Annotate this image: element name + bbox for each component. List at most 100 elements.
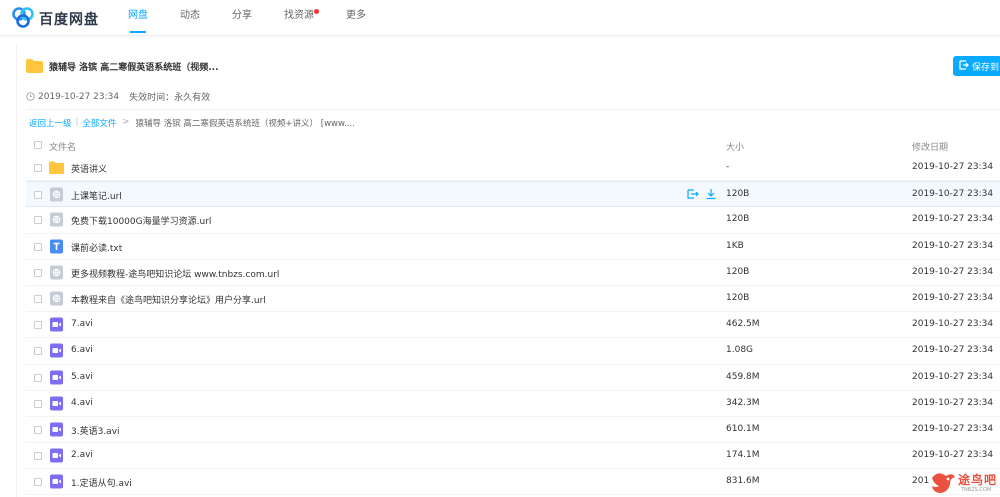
nav-item-pan[interactable]: 网盘 bbox=[128, 0, 148, 36]
top-bar: 百度网盘 网盘 动态 分享 找资源 更多 bbox=[0, 0, 1000, 36]
app-window: 百度网盘 网盘 动态 分享 找资源 更多 猿辅导 洛镔 高二寒假英语系统班（视频… bbox=[0, 0, 1000, 497]
row-checkbox[interactable] bbox=[34, 373, 42, 382]
file-name[interactable]: 上课笔记.url bbox=[71, 189, 122, 202]
file-size: 120B bbox=[726, 292, 750, 303]
row-checkbox[interactable] bbox=[34, 268, 42, 277]
file-size: 831.6M bbox=[726, 476, 760, 487]
link-file-icon bbox=[49, 187, 64, 202]
file-modified-date: 2019-10-27 23:34 bbox=[912, 162, 994, 172]
table-row[interactable]: 2.avi 174.1M 2019-10-27 23:34 bbox=[26, 443, 1000, 470]
file-modified-date: 2019-10-27 23:34 bbox=[912, 189, 994, 200]
share-created-time: 2019-10-27 23:34 bbox=[38, 91, 120, 102]
table-row[interactable]: 1.定语从句.avi 831.6M 201 bbox=[26, 469, 1000, 496]
breadcrumb-all-files-link[interactable]: 全部文件 bbox=[82, 117, 116, 129]
table-row[interactable]: 6.avi 1.08G 2019-10-27 23:34 bbox=[26, 338, 1000, 365]
main-nav: 网盘 动态 分享 找资源 更多 bbox=[128, 0, 398, 36]
file-size: 610.1M bbox=[726, 423, 760, 434]
file-name[interactable]: 6.avi bbox=[71, 345, 93, 355]
table-row[interactable]: 3.英语3.avi 610.1M 2019-10-27 23:34 bbox=[26, 417, 1000, 444]
file-size: 120B bbox=[726, 189, 750, 200]
file-name[interactable]: 课前必读.txt bbox=[71, 241, 122, 254]
table-row[interactable]: 5.avi 459.8M 2019-10-27 23:34 bbox=[26, 365, 1000, 391]
row-checkbox[interactable] bbox=[34, 321, 42, 330]
logo[interactable]: 百度网盘 bbox=[10, 6, 99, 32]
save-to-pan-button[interactable]: 保存到 bbox=[953, 56, 1000, 76]
link-file-icon bbox=[49, 291, 64, 306]
file-modified-date: 2019-10-27 23:34 bbox=[912, 319, 994, 330]
folder-icon bbox=[26, 59, 43, 73]
file-name[interactable]: 5.avi bbox=[71, 372, 93, 382]
file-size: - bbox=[726, 162, 730, 172]
file-name[interactable]: 免费下载10000G海量学习资源.url bbox=[71, 214, 211, 227]
row-checkbox[interactable] bbox=[34, 216, 42, 225]
link-file-icon bbox=[49, 212, 64, 227]
nav-item-find-resources[interactable]: 找资源 bbox=[284, 0, 319, 36]
column-header-date[interactable]: 修改日期 bbox=[912, 140, 948, 153]
file-name[interactable]: 7.avi bbox=[71, 319, 93, 329]
row-checkbox[interactable] bbox=[34, 452, 42, 461]
row-checkbox[interactable] bbox=[34, 478, 42, 487]
select-all-checkbox[interactable] bbox=[34, 141, 42, 149]
left-divider bbox=[16, 44, 17, 497]
file-size: 120B bbox=[726, 214, 750, 225]
folder-icon bbox=[49, 160, 64, 175]
row-checkbox[interactable] bbox=[34, 399, 42, 408]
file-name[interactable]: 2.avi bbox=[71, 450, 93, 460]
table-row[interactable]: 免费下载10000G海量学习资源.url 120B 2019-10-27 23:34 bbox=[26, 207, 1000, 234]
row-checkbox[interactable] bbox=[34, 347, 42, 356]
file-modified-date: 2019-10-27 23:34 bbox=[912, 450, 994, 461]
row-checkbox[interactable] bbox=[34, 425, 42, 434]
file-modified-date: 2019-10-27 23:34 bbox=[912, 240, 994, 251]
file-size: 120B bbox=[726, 266, 750, 277]
file-name[interactable]: 4.avi bbox=[71, 398, 93, 408]
row-checkbox[interactable] bbox=[34, 164, 42, 172]
breadcrumb-separator: | bbox=[75, 117, 79, 127]
file-list: 英语讲义 - 2019-10-27 23:34 上课笔记.url 120B 2019-10… bbox=[26, 155, 1000, 496]
file-name[interactable]: 1.定语从句.avi bbox=[71, 476, 132, 489]
file-size: 459.8M bbox=[726, 371, 760, 382]
table-row[interactable]: 7.avi 462.5M 2019-10-27 23:34 bbox=[26, 312, 1000, 339]
file-modified-date: 2019-10-27 23:34 bbox=[912, 292, 994, 303]
table-row[interactable]: 4.avi 342.3M 2019-10-27 23:34 bbox=[26, 391, 1000, 417]
file-name[interactable]: 更多视频教程-途鸟吧知识论坛 www.tnbzs.com.url bbox=[71, 267, 279, 280]
file-modified-date: 2019-10-27 23:34 bbox=[912, 371, 994, 382]
file-size: 1KB bbox=[726, 240, 744, 251]
column-header-size[interactable]: 大小 bbox=[726, 140, 744, 153]
table-row[interactable]: 更多视频教程-途鸟吧知识论坛 www.tnbzs.com.url 120B 2019… bbox=[26, 260, 1000, 286]
nav-item-share[interactable]: 分享 bbox=[232, 0, 252, 36]
table-row[interactable]: 上课笔记.url 120B 2019-10-27 23:34 bbox=[26, 181, 1000, 208]
table-row[interactable]: 课前必读.txt 1KB 2019-10-27 23:34 bbox=[26, 234, 1000, 260]
video-file-icon bbox=[49, 396, 64, 411]
file-size: 342.3M bbox=[726, 397, 760, 408]
save-to-pan-icon[interactable] bbox=[687, 188, 699, 200]
file-name[interactable]: 本教程来自《途鸟吧知识分享论坛》用户分享.url bbox=[71, 293, 266, 306]
breadcrumb-current: 猿辅导 洛镔 高二寒假英语系统班（视频+讲义） [www.... bbox=[135, 119, 355, 129]
table-row[interactable]: 本教程来自《途鸟吧知识分享论坛》用户分享.url 120B 2019-10-27 2… bbox=[26, 286, 1000, 313]
row-checkbox[interactable] bbox=[34, 242, 42, 251]
breadcrumb-back-link[interactable]: 返回上一级 bbox=[29, 117, 72, 129]
bird-logo-icon bbox=[932, 473, 955, 493]
column-header-name[interactable]: 文件名 bbox=[49, 140, 76, 153]
video-file-icon bbox=[49, 448, 64, 463]
row-checkbox[interactable] bbox=[34, 294, 42, 303]
file-name[interactable]: 英语讲义 bbox=[71, 162, 107, 175]
file-modified-date: 2019-10-27 23:34 bbox=[912, 397, 994, 408]
file-size: 1.08G bbox=[726, 345, 754, 356]
file-name[interactable]: 3.英语3.avi bbox=[71, 424, 120, 437]
table-row[interactable]: 英语讲义 - 2019-10-27 23:34 bbox=[26, 155, 1000, 182]
link-file-icon bbox=[49, 265, 64, 280]
nav-item-activity[interactable]: 动态 bbox=[180, 0, 200, 36]
file-table-header: 文件名 大小 修改日期 bbox=[26, 136, 1000, 155]
nav-item-find-resources-label: 找资源 bbox=[284, 10, 314, 21]
breadcrumb: 返回上一级 | 全部文件 > 猿辅导 洛镔 高二寒假英语系统班（视频+讲义） [… bbox=[29, 117, 355, 129]
nav-item-more[interactable]: 更多 bbox=[346, 0, 366, 36]
file-modified-date: 2019-10-27 23:34 bbox=[912, 266, 994, 277]
share-title-row: 猿辅导 洛镔 高二寒假英语系统班（视频... bbox=[26, 59, 219, 73]
video-file-icon bbox=[49, 317, 64, 332]
video-file-icon bbox=[49, 474, 64, 489]
download-icon[interactable] bbox=[705, 188, 717, 200]
share-meta: 2019-10-27 23:34 失效时间：永久有效 bbox=[26, 90, 210, 103]
row-checkbox[interactable] bbox=[34, 191, 42, 200]
row-actions bbox=[687, 188, 723, 200]
notification-dot bbox=[314, 9, 319, 14]
